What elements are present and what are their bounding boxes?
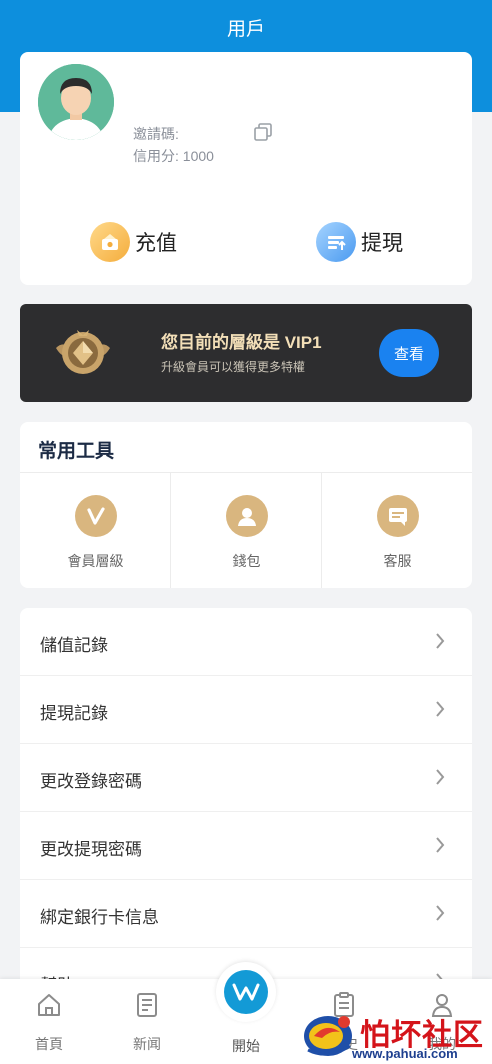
- menu-item-change-withdraw-password[interactable]: 更改提現密碼: [20, 812, 472, 880]
- home-icon: [38, 994, 60, 1016]
- menu-item-change-login-password[interactable]: 更改登錄密碼: [20, 744, 472, 812]
- menu-item-withdraw-records[interactable]: 提現記錄: [20, 676, 472, 744]
- menu-item-label: 儲值記錄: [40, 636, 108, 655]
- chevron-right-icon: [436, 769, 445, 785]
- message-icon: [377, 495, 419, 537]
- tool-label: 錢包: [232, 553, 261, 569]
- vip-level-title: 您目前的層級是 VIP1: [161, 333, 322, 352]
- recharge-label: 充值: [135, 232, 177, 255]
- v-icon: [75, 495, 117, 537]
- tab-label: 首頁: [35, 1036, 63, 1052]
- credit-score: 信用分: 1000: [133, 148, 214, 164]
- person-icon: [226, 495, 268, 537]
- watermark-url: www.pahuai.com: [352, 1046, 458, 1061]
- page-title: 用戶: [226, 19, 265, 40]
- common-tools-header: 常用工具: [20, 422, 472, 473]
- recharge-icon: [90, 222, 130, 262]
- invite-code-label: 邀請碼:: [133, 126, 179, 142]
- chevron-right-icon: [436, 905, 445, 921]
- copy-icon[interactable]: [253, 122, 273, 142]
- watermark-logo-icon: [304, 1016, 352, 1056]
- chevron-right-icon: [436, 837, 445, 853]
- start-button[interactable]: [216, 962, 276, 1022]
- menu-item-bind-bank-card[interactable]: 綁定銀行卡信息: [20, 880, 472, 948]
- menu-item-deposit-records[interactable]: 儲值記錄: [20, 608, 472, 676]
- withdraw-label: 提現: [361, 232, 403, 255]
- chevron-right-icon: [436, 701, 445, 717]
- news-icon: [137, 993, 157, 1017]
- tab-news[interactable]: 新闻: [107, 979, 187, 1064]
- tab-label: 開始: [232, 1038, 260, 1054]
- user-card: 邀請碼: 信用分: 1000 充值 提現: [20, 52, 472, 285]
- tool-customer-service[interactable]: 客服: [322, 473, 472, 588]
- common-tools-title: 常用工具: [38, 441, 115, 462]
- start-icon: [224, 970, 268, 1014]
- menu-item-label: 更改登錄密碼: [40, 772, 142, 791]
- chevron-right-icon: [436, 633, 445, 649]
- tool-wallet[interactable]: 錢包: [171, 473, 322, 588]
- tab-label: 新闻: [133, 1036, 161, 1052]
- withdraw-button[interactable]: 提現: [316, 222, 403, 262]
- vip-subtitle: 升級會員可以獲得更多特權: [161, 360, 306, 374]
- vip-banner: 您目前的層級是 VIP1 升級會員可以獲得更多特權 查看: [20, 304, 472, 402]
- withdraw-icon: [316, 222, 356, 262]
- recharge-button[interactable]: 充值: [90, 222, 177, 262]
- menu-item-label: 更改提現密碼: [40, 840, 142, 859]
- common-tools-card: 常用工具 會員層級 錢包 客服: [20, 422, 472, 588]
- menu-item-label: 綁定銀行卡信息: [40, 908, 159, 927]
- tab-home[interactable]: 首頁: [9, 979, 89, 1064]
- tool-label: 會員層級: [67, 553, 124, 569]
- tool-member-level[interactable]: 會員層級: [20, 473, 171, 588]
- vip-view-button[interactable]: 查看: [379, 329, 439, 377]
- menu-item-label: 提現記錄: [40, 704, 108, 723]
- avatar[interactable]: [38, 64, 114, 140]
- vip-badge-icon: [52, 322, 114, 384]
- tool-label: 客服: [383, 553, 412, 569]
- watermark: 怕坏社区 www.pahuai.com: [300, 1006, 490, 1064]
